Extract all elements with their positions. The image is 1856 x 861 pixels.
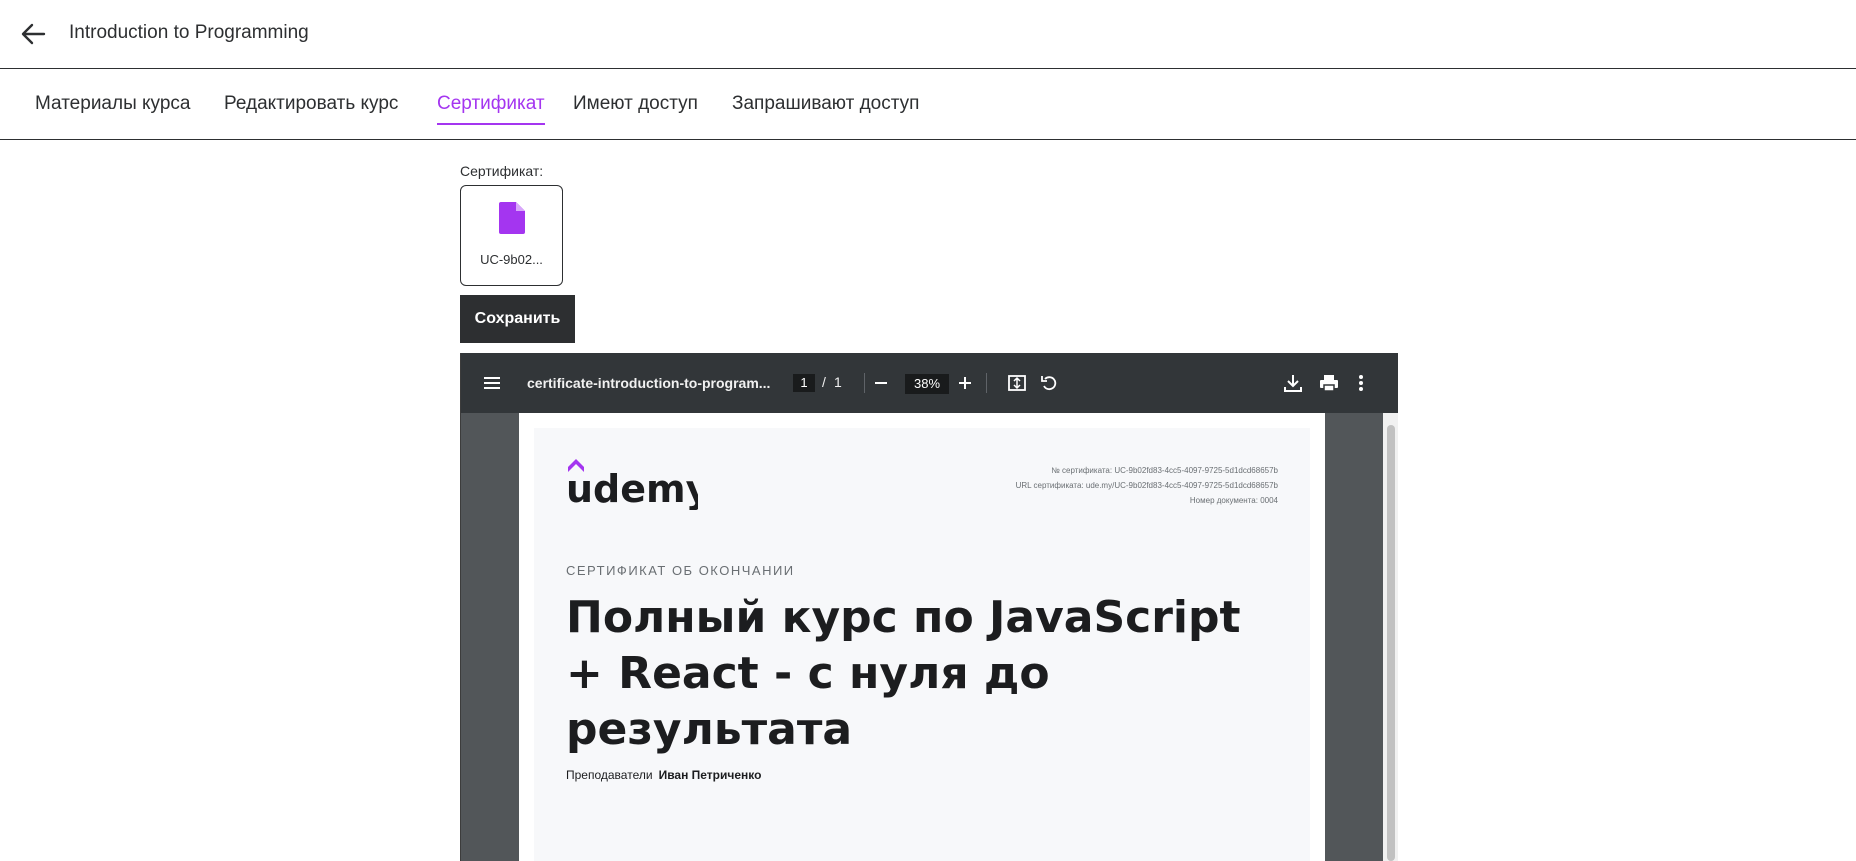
certificate-instructors: Преподаватели Иван Петриченко [566,768,761,782]
more-icon[interactable] [1358,374,1364,397]
pdf-toolbar: certificate-introduction-to-program... 1… [461,353,1398,413]
tab-course-materials[interactable]: Материалы курса [35,93,190,123]
save-button[interactable]: Сохранить [460,295,575,343]
tab-edit-course[interactable]: Редактировать курс [224,93,398,123]
page-total: 1 [834,374,842,390]
rotate-icon[interactable] [1040,374,1058,397]
certificate-label: Сертификат: [460,163,544,179]
menu-icon[interactable] [483,375,501,396]
page-number-input[interactable]: 1 [793,374,815,392]
toolbar-divider [864,373,865,393]
svg-text:udemy: udemy [566,467,698,510]
certificate-meta: № сертификата: UC-9b02fd83-4cc5-4097-972… [1016,463,1278,508]
tab-certificate[interactable]: Сертификат [437,93,545,125]
pdf-viewer: certificate-introduction-to-program... 1… [460,353,1398,861]
document-number: Номер документа: 0004 [1189,496,1278,505]
udemy-logo: udemy [566,458,711,515]
instructor-name: Иван Петриченко [658,768,762,782]
certificate-url: URL сертификата: ude.my/UC-9b02fd83-4cc5… [1015,481,1278,490]
certificate-course-title: Полный курс по JavaScript + React - с ну… [566,592,1241,755]
download-icon[interactable] [1283,373,1303,398]
fit-page-icon[interactable] [1008,374,1026,397]
back-arrow-icon[interactable] [20,22,46,46]
top-bar: Introduction to Programming [0,0,1856,69]
zoom-out-icon[interactable] [873,375,889,396]
pdf-scrollbar-thumb[interactable] [1387,425,1395,861]
file-name: UC-9b02... [480,252,543,267]
tab-bar: Материалы курса Редактировать курс Серти… [0,70,1856,140]
pdf-document-name: certificate-introduction-to-program... [527,375,771,391]
page-title: Introduction to Programming [69,22,309,43]
toolbar-divider [986,373,987,393]
file-icon [499,202,525,239]
tab-request-access[interactable]: Запрашивают доступ [732,93,919,123]
zoom-level-input[interactable]: 38% [905,374,949,394]
print-icon[interactable] [1319,373,1339,398]
zoom-in-icon[interactable] [957,375,973,396]
certificate-kicker: СЕРТИФИКАТ ОБ ОКОНЧАНИИ [566,563,795,578]
certificate-number: № сертификата: UC-9b02fd83-4cc5-4097-972… [1051,466,1278,475]
instructors-label: Преподаватели [566,768,653,782]
certificate-file-tile[interactable]: UC-9b02... [460,185,563,286]
tab-have-access[interactable]: Имеют доступ [573,93,698,123]
certificate-document: udemy № сертификата: UC-9b02fd83-4cc5-40… [534,428,1310,861]
page-separator: / [822,374,826,390]
pdf-page: udemy № сертификата: UC-9b02fd83-4cc5-40… [519,413,1325,861]
